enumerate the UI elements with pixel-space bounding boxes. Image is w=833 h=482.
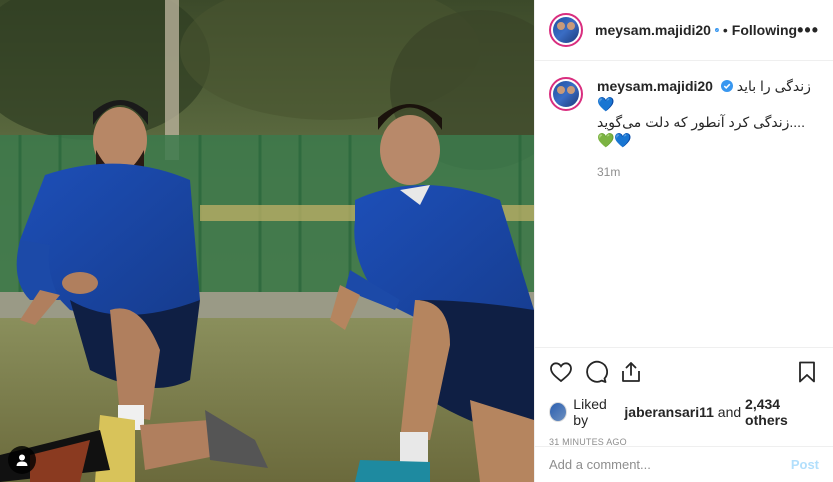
author-avatar[interactable] xyxy=(549,13,583,47)
heart-icon[interactable] xyxy=(549,360,573,384)
bookmark-icon[interactable] xyxy=(795,360,819,384)
add-comment-bar: Post xyxy=(535,446,833,482)
comment-icon[interactable] xyxy=(584,360,608,384)
verified-badge-icon xyxy=(714,28,719,32)
follow-separator: • xyxy=(722,22,728,38)
likes-summary: Liked by jaberansari11 and 2,434 others xyxy=(549,396,819,428)
caption-text-line-2: ....زندگی کرد آنطور که دلت می‌گوید xyxy=(597,114,805,130)
author-username[interactable]: meysam.majidi20 xyxy=(595,22,711,38)
caption-author-avatar[interactable] xyxy=(549,77,583,111)
post-comment-button[interactable]: Post xyxy=(791,457,819,472)
caption-body: meysam.majidi20 زندگی را باید💙 ....زندگی… xyxy=(597,77,819,181)
post-image xyxy=(0,0,534,482)
share-icon[interactable] xyxy=(619,360,643,384)
more-options-icon[interactable]: ••• xyxy=(797,21,819,39)
following-button[interactable]: Following xyxy=(732,22,797,38)
liker-avatar[interactable] xyxy=(549,402,568,422)
liked-by-and: and xyxy=(717,404,742,420)
user-tag-button[interactable] xyxy=(8,446,36,474)
user-tag-icon xyxy=(16,454,28,466)
post-actions: Liked by jaberansari11 and 2,434 others … xyxy=(535,347,833,447)
caption-text-line-3: 💚💙 xyxy=(597,132,632,148)
comments-area: meysam.majidi20 زندگی را باید💙 ....زندگی… xyxy=(535,61,833,347)
post-photo[interactable] xyxy=(0,0,534,482)
caption-author-username[interactable]: meysam.majidi20 xyxy=(597,78,713,94)
comment-input[interactable] xyxy=(549,457,791,472)
liked-by-others[interactable]: 2,434 others xyxy=(745,396,819,428)
caption-time: 31m xyxy=(597,165,621,179)
post-side-panel: meysam.majidi20 • Following ••• meysam.m… xyxy=(534,0,833,482)
post-header: meysam.majidi20 • Following ••• xyxy=(535,0,833,61)
verified-badge-icon xyxy=(720,80,733,92)
action-icons xyxy=(549,358,819,386)
liked-by-prefix: Liked by xyxy=(573,396,607,428)
liked-by-user[interactable]: jaberansari11 xyxy=(624,404,714,420)
caption: meysam.majidi20 زندگی را باید💙 ....زندگی… xyxy=(549,77,819,181)
